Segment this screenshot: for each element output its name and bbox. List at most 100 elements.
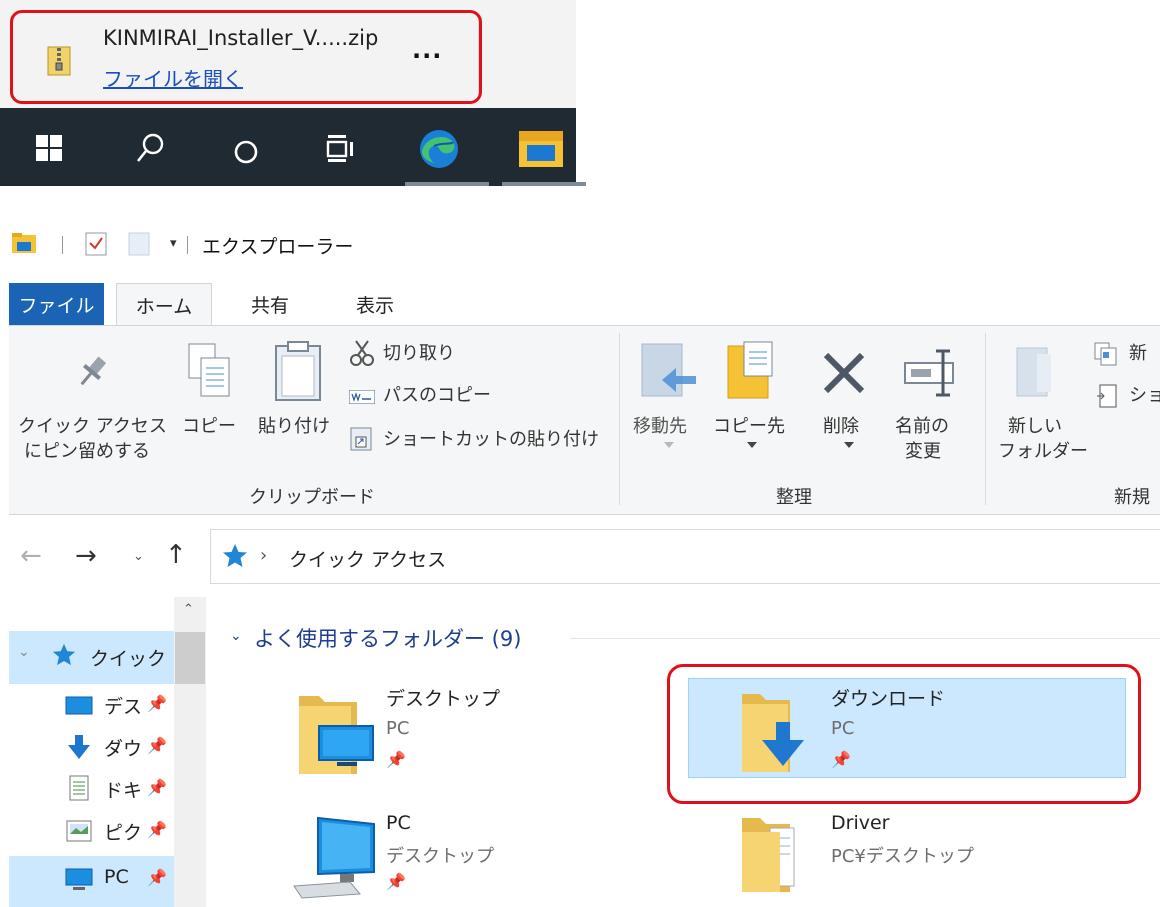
back-button[interactable]: ← [20, 541, 42, 571]
driver-folder-icon[interactable] [740, 814, 802, 894]
copy-to-button[interactable]: コピー先 [713, 415, 785, 439]
pc-monitor-icon [65, 868, 93, 892]
download-arrow-icon [67, 734, 91, 760]
move-to-icon [640, 342, 698, 400]
taskbar [0, 108, 586, 186]
paste-shortcut-icon [350, 425, 372, 451]
pinned-icon: 📌 [147, 868, 167, 887]
forward-button[interactable]: → [75, 541, 97, 571]
pin-quick-access-label-1[interactable]: クイック アクセス [18, 415, 167, 439]
windows-start-icon[interactable] [36, 135, 62, 161]
file-explorer-icon[interactable] [519, 131, 563, 167]
nav-item-downloads[interactable]: ダウ 📌 [0, 726, 174, 770]
new-folder-icon [1015, 346, 1057, 398]
highlight-box-download [10, 10, 482, 104]
copy-button[interactable]: コピー [182, 415, 236, 439]
up-button[interactable]: ↑ [165, 540, 187, 570]
delete-button[interactable]: 削除 [823, 415, 859, 439]
tab-view[interactable]: 表示 [340, 283, 410, 325]
pin-quick-access-label-2[interactable]: にピン留めする [24, 440, 150, 464]
customize-toolbar-icon[interactable]: ▾ [170, 236, 177, 251]
tile-desktop-location: PC [386, 718, 410, 739]
properties-icon[interactable] [85, 230, 107, 256]
quick-access-star-icon [222, 543, 248, 569]
task-view-icon[interactable] [326, 133, 356, 163]
copy-path-icon [349, 390, 375, 404]
nav-desktop-label: デス [104, 696, 140, 718]
nav-pictures-label: ピク [104, 822, 140, 844]
pc-computer-icon[interactable] [290, 816, 380, 900]
desktop-icon [65, 696, 93, 716]
tile-pinned-icon: 📌 [386, 750, 406, 769]
new-item-button[interactable]: 新 [1129, 342, 1147, 366]
easy-access-button[interactable]: ショ [1129, 384, 1160, 408]
new-folder-label-2[interactable]: フォルダー [998, 440, 1088, 464]
nav-quick-access-star-icon [52, 643, 76, 667]
pinned-icon: 📌 [147, 820, 167, 839]
title-divider-2 [187, 236, 188, 254]
paste-shortcut-button[interactable]: ショートカットの貼り付け [383, 428, 599, 452]
search-icon[interactable] [135, 132, 165, 164]
easy-access-icon [1096, 384, 1118, 408]
edge-running-indicator [405, 182, 489, 186]
breadcrumb-separator[interactable]: › [260, 545, 267, 566]
nav-item-pictures[interactable]: ピク 📌 [0, 810, 174, 854]
tab-share[interactable]: 共有 [240, 283, 300, 325]
tile-pinned-icon: 📌 [386, 872, 406, 891]
new-folder-quick-icon[interactable] [128, 232, 150, 256]
copy-to-icon [726, 340, 776, 400]
nav-item-pc[interactable]: PC 📌 [0, 858, 174, 902]
copy-to-dropdown-icon [747, 442, 757, 448]
tile-driver-location: PC¥デスクトップ [831, 846, 974, 867]
desktop-folder-icon[interactable] [297, 690, 377, 776]
window-title: エクスプローラー [202, 236, 354, 258]
title-divider [62, 236, 63, 254]
cut-button[interactable]: 切り取り [383, 342, 455, 366]
nav-quick-access-label[interactable]: クイック ア [90, 644, 174, 671]
rename-icon [903, 349, 959, 397]
edge-icon[interactable] [418, 128, 460, 170]
pinned-icon: 📌 [147, 778, 167, 797]
breadcrumb-quick-access[interactable]: クイック アクセス [289, 545, 446, 572]
expand-chevron-icon[interactable]: ⌄ [18, 644, 30, 660]
paste-button[interactable]: 貼り付け [258, 415, 330, 439]
frequent-folders-header[interactable]: よく使用するフォルダー (9) [254, 623, 521, 653]
tab-home[interactable]: ホーム [116, 283, 212, 327]
nav-pc-label: PC [104, 866, 129, 888]
copy-path-button[interactable]: パスのコピー [383, 384, 491, 408]
tile-desktop-name[interactable]: デスクトップ [386, 684, 500, 711]
new-item-icon [1094, 342, 1118, 366]
tile-pc-name[interactable]: PC [386, 812, 411, 834]
document-icon [69, 775, 89, 801]
pinned-icon: 📌 [147, 736, 167, 755]
rename-label-1[interactable]: 名前の [895, 415, 949, 439]
group-label-new: 新規 [1114, 487, 1150, 508]
move-to-button[interactable]: 移動先 [633, 415, 687, 439]
copy-icon [185, 342, 233, 398]
nav-item-desktop[interactable]: デス 📌 [0, 684, 174, 728]
nav-scrollbar-thumb[interactable] [175, 632, 205, 684]
cortana-icon[interactable] [232, 138, 260, 166]
group-label-clipboard: クリップボード [249, 487, 375, 508]
group-label-organize: 整理 [776, 487, 812, 508]
delete-dropdown-icon [844, 442, 854, 448]
pinned-icon: 📌 [147, 694, 167, 713]
section-rule [570, 638, 1160, 639]
explorer-folder-icon [12, 233, 36, 253]
rename-label-2[interactable]: 変更 [905, 440, 941, 464]
clipboard-icon [273, 340, 323, 402]
pin-icon [72, 352, 112, 392]
tile-driver-name[interactable]: Driver [831, 812, 889, 834]
ribbon-separator-2 [985, 333, 986, 505]
collapse-chevron-icon[interactable]: ⌄ [230, 628, 242, 644]
pictures-icon [66, 820, 92, 842]
scroll-up-arrow-icon[interactable]: ⌃ [183, 602, 194, 617]
recent-locations-icon[interactable]: ⌄ [133, 549, 144, 564]
nav-item-documents[interactable]: ドキ: 📌 [0, 768, 174, 812]
move-to-dropdown-icon [664, 442, 674, 448]
new-folder-label-1[interactable]: 新しい [1008, 415, 1062, 439]
nav-downloads-label: ダウ [104, 738, 140, 760]
tile-pc-location: デスクトップ [386, 846, 494, 867]
delete-x-icon [821, 350, 867, 396]
tab-file[interactable]: ファイル [9, 283, 104, 325]
